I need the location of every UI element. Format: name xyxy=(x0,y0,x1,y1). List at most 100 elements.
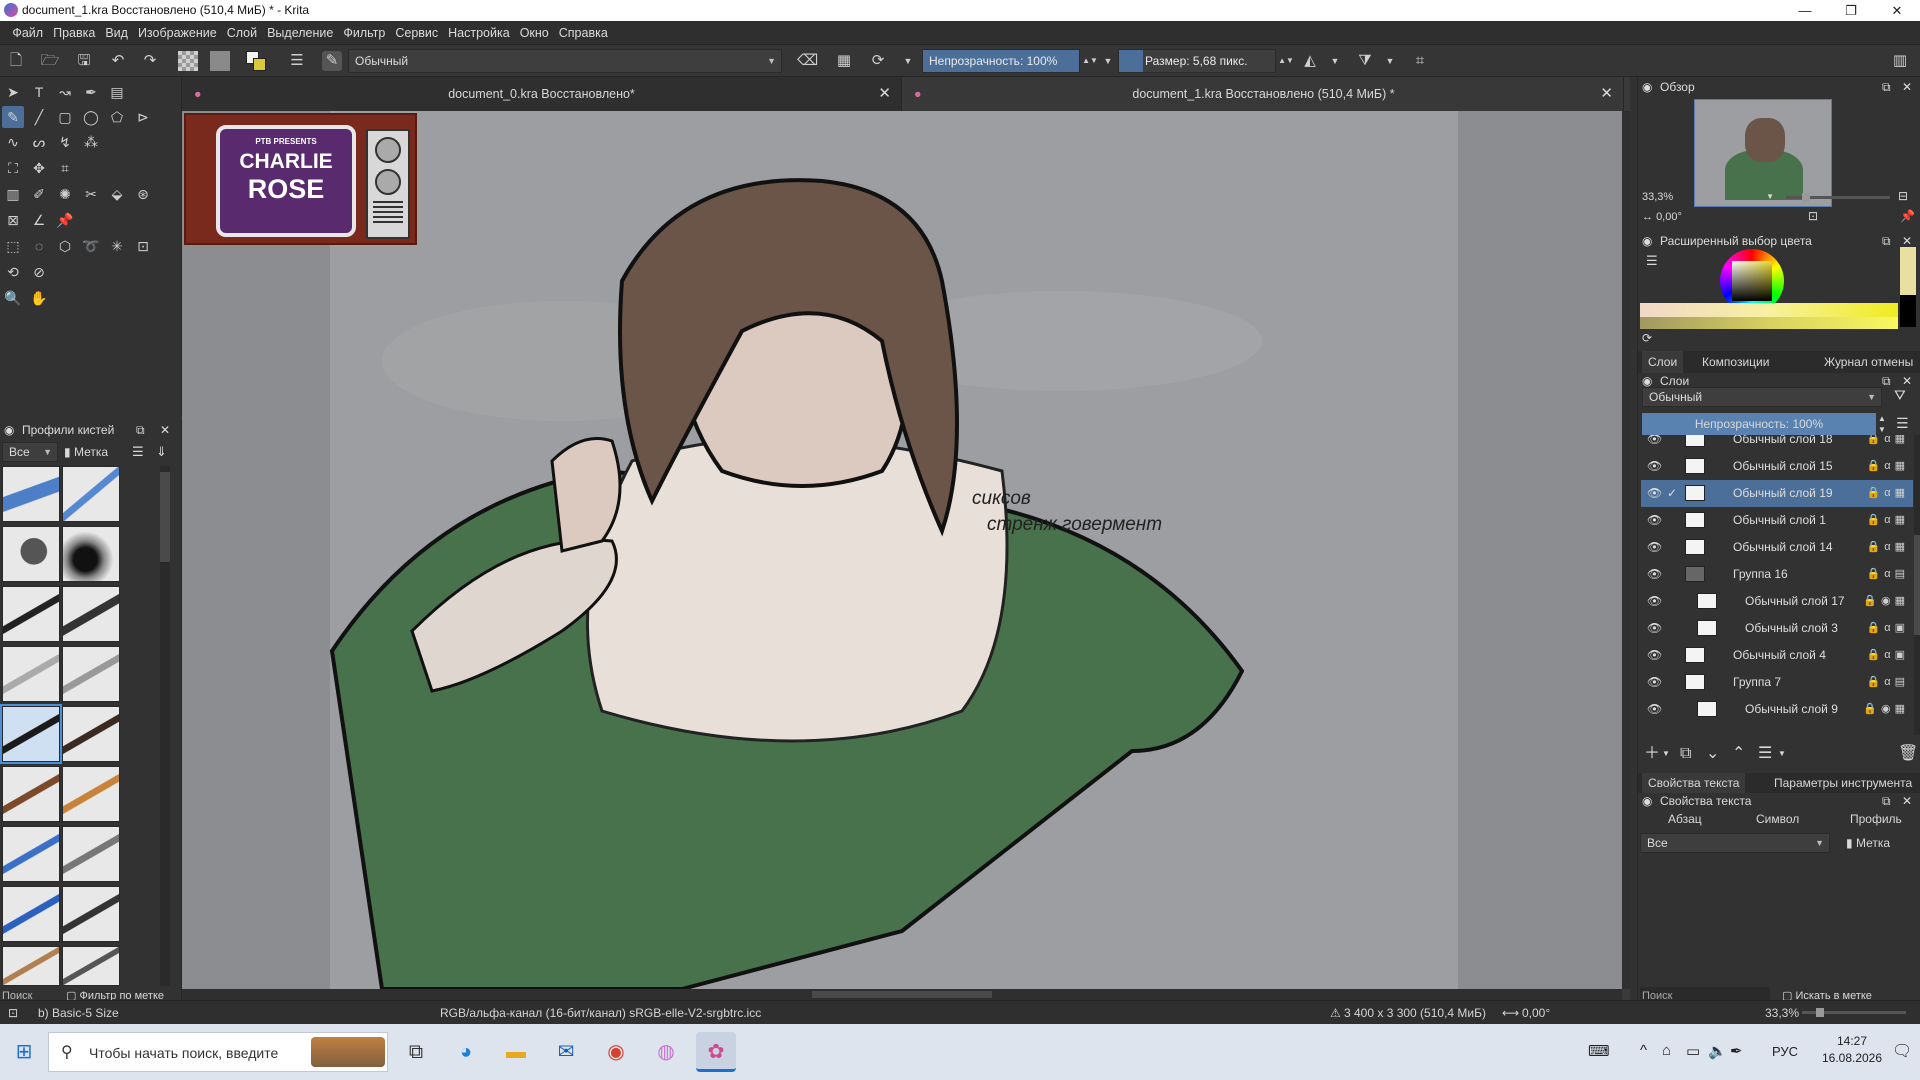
close-docker-icon[interactable]: ✕ xyxy=(160,420,170,440)
menu-filter[interactable]: Фильтр xyxy=(338,21,390,45)
freehand-path-icon[interactable]: ᔕ xyxy=(28,131,50,153)
app-cat-icon[interactable]: ◍ xyxy=(646,1032,686,1072)
preset-pencil-orange[interactable] xyxy=(62,766,120,822)
preset-pencil-texture[interactable] xyxy=(62,826,120,882)
display-icon[interactable]: ▭ xyxy=(1686,1042,1700,1060)
color-picker-icon[interactable]: ✐ xyxy=(28,183,50,205)
zoom-tool-icon[interactable]: 🔍 xyxy=(2,287,24,309)
tab-tool-options[interactable]: Параметры инструмента xyxy=(1768,773,1918,793)
layer-flags-icon[interactable]: 🔒α▣ xyxy=(1867,615,1909,642)
horizontal-scrollbar[interactable] xyxy=(182,989,1622,1000)
visibility-icon[interactable]: 👁 xyxy=(1647,669,1662,696)
fg-bg-color-icon[interactable] xyxy=(246,51,266,71)
pin-icon[interactable]: 📌 xyxy=(1900,209,1915,223)
reset-colors-icon[interactable]: ⟳ xyxy=(1642,331,1652,345)
text-filter-select[interactable]: Все ▼ xyxy=(1640,833,1830,853)
opacity-slider[interactable]: Непрозрачность: 100% xyxy=(922,49,1080,73)
ellipse-tool-icon[interactable]: ◯ xyxy=(80,106,102,128)
layer-flags-icon[interactable]: 🔒α▤ xyxy=(1867,561,1909,588)
crop-tool-icon[interactable]: ⌗ xyxy=(54,157,76,179)
layer-opacity-slider[interactable]: Непрозрачность: 100% xyxy=(1642,413,1876,435)
wrap-around-icon[interactable]: ⌗ xyxy=(1410,51,1430,71)
float-docker-icon[interactable]: ⧉ xyxy=(1882,371,1891,391)
view-mode-icon[interactable]: ☰ xyxy=(132,442,144,462)
pen-icon[interactable]: ✒ xyxy=(1730,1042,1743,1060)
preset-pencil-wood[interactable] xyxy=(2,946,60,986)
opacity-spin-icon[interactable]: ▲▼ xyxy=(1878,413,1886,435)
duplicate-layer-icon[interactable]: ⧉ xyxy=(1680,741,1691,767)
mail-icon[interactable]: ✉ xyxy=(546,1032,586,1072)
workspace-icon[interactable]: ▥ xyxy=(1890,51,1910,71)
preset-pencil-soft[interactable] xyxy=(62,646,120,702)
layer-row[interactable]: 👁 Обычный слой 9 🔒◉▦ xyxy=(1641,696,1913,723)
undo-icon[interactable]: ↶ xyxy=(108,51,128,71)
size-spin-icon[interactable]: ▲▼ xyxy=(1276,51,1296,71)
move-layer-up-icon[interactable]: ⌃ xyxy=(1732,741,1745,767)
layer-row[interactable]: 👁 Обычный слой 3 🔒α▣ xyxy=(1641,615,1913,642)
open-document-icon[interactable]: 🗁 xyxy=(40,51,60,71)
new-document-icon[interactable]: 🗋 xyxy=(6,51,26,71)
redo-icon[interactable]: ↷ xyxy=(140,51,160,71)
chrome-icon[interactable]: ◉ xyxy=(596,1032,636,1072)
tab-document-1[interactable]: ● document_1.kra Восстановлено (510,4 Ми… xyxy=(904,77,1624,111)
layer-row[interactable]: 👁 Обычный слой 17 🔒◉▦ xyxy=(1641,588,1913,615)
tray-chevron-icon[interactable]: ^ xyxy=(1640,1042,1647,1059)
tab-text-properties[interactable]: Свойства текста xyxy=(1642,773,1746,793)
overview-zoom-select[interactable]: 33,3% ▼ xyxy=(1642,189,1778,205)
chevron-down-icon[interactable]: ▼ xyxy=(1778,741,1786,767)
blend-mode-select[interactable]: Обычный ▼ xyxy=(348,49,782,73)
close-docker-icon[interactable]: ✕ xyxy=(1902,77,1912,97)
layer-row[interactable]: 👁 Обычный слой 4 🔒α▣ xyxy=(1641,642,1913,669)
text-tool-icon[interactable]: T xyxy=(28,81,50,103)
bezier-select-icon[interactable]: ⟲ xyxy=(2,261,24,283)
preset-pencil-blue[interactable] xyxy=(2,826,60,882)
preset-scrollbar[interactable] xyxy=(160,466,170,986)
chevron-down-icon[interactable]: ▼ xyxy=(1662,741,1670,767)
layer-row-selected[interactable]: 👁 ✓ Обычный слой 19 🔒α▦ xyxy=(1641,480,1913,507)
drawing-canvas[interactable]: PTB PRESENTS CHARLIE ROSE сиксов стренж … xyxy=(182,111,1622,989)
clock[interactable]: 14:27 16.08.2026 xyxy=(1812,1034,1892,1065)
layer-row[interactable]: 👁 Обычный слой 18 🔒α▦ xyxy=(1641,435,1913,453)
polygon-select-icon[interactable]: ⬡ xyxy=(54,235,76,257)
preset-pencil-blue-2[interactable] xyxy=(2,886,60,942)
preset-pencil-graphite[interactable] xyxy=(62,946,120,986)
fill-tool-icon[interactable]: ⬙ xyxy=(106,183,128,205)
tab-character[interactable]: Символ xyxy=(1756,809,1799,829)
layer-group-row[interactable]: 👁 Группа 16 🔒α▤ xyxy=(1641,561,1913,588)
zoom-slider[interactable] xyxy=(1802,1008,1906,1017)
contiguous-select-icon[interactable]: ✳ xyxy=(106,235,128,257)
menu-edit[interactable]: Правка xyxy=(48,21,100,45)
preset-eraser-soft[interactable] xyxy=(62,466,120,522)
smart-patch-icon[interactable]: ✂ xyxy=(80,183,102,205)
taskbar-search-box[interactable]: ⚲ Чтобы начать поиск, введите xyxy=(48,1032,388,1072)
visibility-icon[interactable]: 👁 xyxy=(1647,480,1662,507)
rotation-label[interactable]: 0,00° xyxy=(1522,1001,1550,1025)
float-docker-icon[interactable]: ⧉ xyxy=(1882,231,1891,251)
krita-taskbar-icon[interactable]: ✿ xyxy=(696,1032,736,1072)
dynamic-brush-icon[interactable]: ↯ xyxy=(54,131,76,153)
network-icon[interactable]: ⌂ xyxy=(1662,1042,1671,1059)
brush-settings-icon[interactable]: ☰ xyxy=(287,51,307,71)
layer-flags-icon[interactable]: 🔒α▦ xyxy=(1867,453,1909,480)
lock-icon[interactable]: ◉ xyxy=(4,420,14,440)
menu-view[interactable]: Вид xyxy=(100,21,133,45)
line-tool-icon[interactable]: ╱ xyxy=(28,106,50,128)
preset-paint-brush[interactable] xyxy=(2,766,60,822)
tab-document-0[interactable]: ● document_0.kra Восстановлено* ✕ xyxy=(182,77,902,111)
preset-ink-brush[interactable] xyxy=(62,586,120,642)
calligraphy-icon[interactable]: ✒ xyxy=(80,81,102,103)
layer-properties-icon[interactable]: ☰ xyxy=(1758,741,1772,767)
menu-help[interactable]: Справка xyxy=(554,21,613,45)
preset-filter-select[interactable]: Все ▼ xyxy=(2,442,58,462)
menu-file[interactable]: Файл xyxy=(7,21,48,45)
edit-shapes-icon[interactable]: ↝ xyxy=(54,81,76,103)
fit-view-icon[interactable]: ⊟ xyxy=(1898,189,1908,203)
menu-tools[interactable]: Сервис xyxy=(390,21,443,45)
color-patches[interactable] xyxy=(1900,247,1916,327)
select-shapes-icon[interactable]: ➤ xyxy=(2,81,24,103)
layer-flags-icon[interactable]: 🔒α▦ xyxy=(1867,507,1909,534)
magnetic-select-icon[interactable]: ⊘ xyxy=(28,261,50,283)
tab-compositions[interactable]: Композиции xyxy=(1696,351,1775,373)
layer-scrollbar[interactable] xyxy=(1914,435,1920,735)
bezier-tool-icon[interactable]: ∿ xyxy=(2,131,24,153)
